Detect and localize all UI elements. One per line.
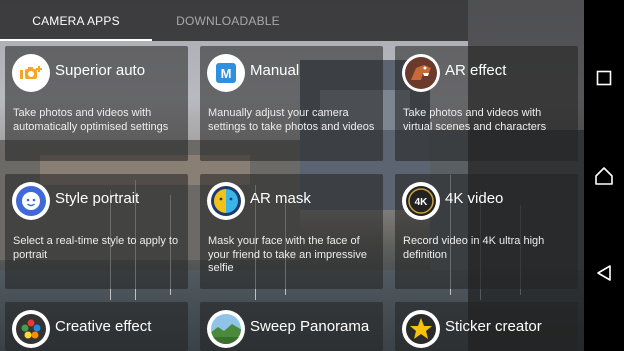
app-description: Take photos and videos with automaticall… (13, 107, 169, 133)
app-card-style-portrait[interactable]: Style portrait Select a real-time style … (5, 174, 188, 289)
app-card-creative-effect[interactable]: Creative effect (5, 302, 188, 351)
4k-video-icon: 4K (402, 182, 440, 220)
tab-downloadable[interactable]: DOWNLOADABLE (152, 0, 304, 41)
app-description: Manually adjust your camera settings to … (208, 107, 375, 133)
app-card-manual[interactable]: M Manual Manually adjust your camera set… (200, 46, 383, 161)
app-card-ar-effect[interactable]: AR effect Take photos and videos with vi… (395, 46, 578, 161)
dinosaur-icon (402, 54, 440, 92)
app-title: Sticker creator (445, 318, 542, 335)
tab-camera-apps[interactable]: CAMERA APPS (0, 0, 152, 41)
app-title: Superior auto (55, 62, 146, 79)
palette-icon (12, 310, 50, 348)
app-title: AR mask (250, 190, 311, 207)
app-description: Take photos and videos with virtual scen… (403, 107, 547, 133)
app-title: Manual (250, 62, 300, 79)
app-card-sticker-creator[interactable]: Sticker creator (395, 302, 578, 351)
app-description: Record video in 4K ultra high definition (403, 235, 545, 261)
ar-mask-face-icon (207, 182, 245, 220)
app-card-superior-auto[interactable]: Superior auto Take photos and videos wit… (5, 46, 188, 161)
system-nav-bar (584, 0, 624, 351)
app-title: Creative effect (55, 318, 152, 335)
back-triangle-icon[interactable] (584, 253, 624, 293)
app-description: Mask your face with the face of your fri… (208, 235, 367, 274)
svg-text:M: M (221, 66, 232, 81)
style-portrait-face-icon (12, 182, 50, 220)
superior-auto-icon (12, 54, 50, 92)
app-card-ar-mask[interactable]: AR mask Mask your face with the face of … (200, 174, 383, 289)
app-title: 4K video (445, 190, 504, 207)
app-card-4k-video[interactable]: 4K 4K video Record video in 4K ultra hig… (395, 174, 578, 289)
manual-m-icon: M (207, 54, 245, 92)
app-title: AR effect (445, 62, 507, 79)
svg-text:4K: 4K (415, 197, 429, 208)
app-title: Sweep Panorama (250, 318, 370, 335)
panorama-icon (207, 310, 245, 348)
app-description: Select a real-time style to apply to por… (13, 235, 179, 261)
app-card-sweep-panorama[interactable]: Sweep Panorama (200, 302, 383, 351)
home-house-icon[interactable] (584, 156, 624, 196)
app-title: Style portrait (55, 190, 140, 207)
recents-square-icon[interactable] (584, 58, 624, 98)
tab-bar: CAMERA APPS DOWNLOADABLE (0, 0, 468, 41)
star-sticker-icon (402, 310, 440, 348)
